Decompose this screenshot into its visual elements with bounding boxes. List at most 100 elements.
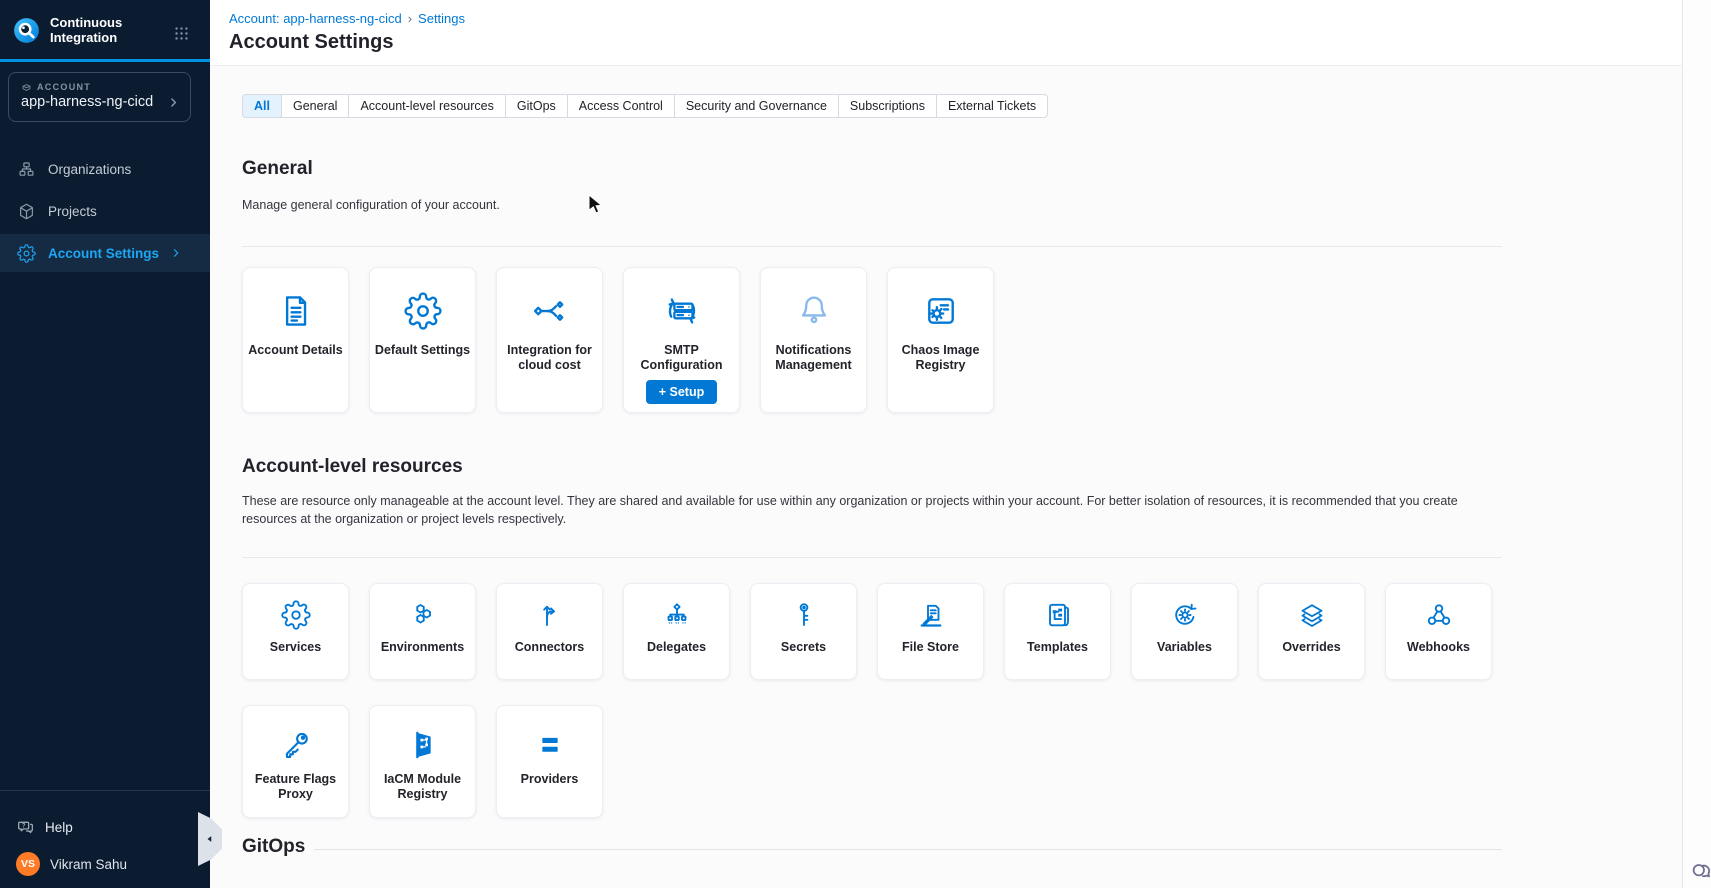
card-label: Integration for cloud cost xyxy=(497,343,602,373)
connectors-icon xyxy=(535,600,565,630)
card-smtp-configuration[interactable]: SMTP Configuration+ Setup xyxy=(623,267,740,413)
sidebar-nav: Organizations Projects Account Settings xyxy=(0,150,210,276)
variables-icon xyxy=(1170,600,1200,630)
tab-external-tickets[interactable]: External Tickets xyxy=(936,94,1048,118)
account-selector[interactable]: ACCOUNT app-harness-ng-cicd xyxy=(8,72,191,122)
module-switcher-grid-icon[interactable] xyxy=(173,25,190,42)
sidebar-divider xyxy=(0,790,210,791)
iacm-module-registry-icon xyxy=(406,728,440,762)
gitops-section-divider xyxy=(314,849,1502,850)
tab-security-and-governance[interactable]: Security and Governance xyxy=(674,94,839,118)
card-label: Account Details xyxy=(244,343,346,358)
sidebar-header: Continuous Integration xyxy=(13,15,154,45)
page-header: Account: app-harness-ng-cicd › Settings … xyxy=(210,0,1711,66)
scroll-gutter xyxy=(1683,0,1711,888)
cloud-cost-integration-icon xyxy=(531,292,569,330)
smtp-configuration-icon xyxy=(663,292,701,330)
card-secrets[interactable]: Secrets xyxy=(750,583,857,680)
card-services[interactable]: Services xyxy=(242,583,349,680)
smtp-setup-button[interactable]: + Setup xyxy=(646,380,718,404)
card-notifications-management[interactable]: Notifications Management xyxy=(760,267,867,413)
account-level-section-title: Account-level resources xyxy=(242,456,463,478)
card-label: Templates xyxy=(1023,640,1092,655)
sidebar-item-label: Account Settings xyxy=(48,246,159,261)
page-title: Account Settings xyxy=(229,31,393,54)
card-feature-flags-proxy[interactable]: Feature Flags Proxy xyxy=(242,705,349,818)
card-label: IaCM Module Registry xyxy=(370,772,475,802)
card-file-store[interactable]: File Store xyxy=(877,583,984,680)
card-connectors[interactable]: Connectors xyxy=(496,583,603,680)
delegates-icon xyxy=(662,600,692,630)
sidebar: Continuous Integration ACCOUNT app-harne… xyxy=(0,0,210,888)
card-webhooks[interactable]: Webhooks xyxy=(1385,583,1492,680)
sidebar-accent-line xyxy=(0,59,210,62)
account-box-icon xyxy=(21,81,32,92)
account-level-section-description: These are resource only manageable at th… xyxy=(242,492,1500,528)
organizations-icon xyxy=(17,160,36,179)
account-details-icon xyxy=(277,292,315,330)
card-delegates[interactable]: Delegates xyxy=(623,583,730,680)
providers-icon xyxy=(533,728,567,762)
user-name: Vikram Sahu xyxy=(50,857,127,872)
account-level-section-divider xyxy=(242,557,1502,558)
card-default-settings[interactable]: Default Settings xyxy=(369,267,476,413)
tab-general[interactable]: General xyxy=(281,94,349,118)
card-label: File Store xyxy=(898,640,963,655)
sidebar-item-label: Organizations xyxy=(48,162,131,177)
module-title: Continuous Integration xyxy=(50,15,154,45)
card-label: Chaos Image Registry xyxy=(888,343,993,373)
collapse-left-arrow-icon xyxy=(205,834,215,844)
breadcrumb: Account: app-harness-ng-cicd › Settings xyxy=(229,11,465,26)
general-cards-row: Account Details Default Settings Integrati… xyxy=(242,267,994,413)
breadcrumb-settings-link[interactable]: Settings xyxy=(418,11,465,26)
help-chat-icon: ? xyxy=(16,818,35,837)
help-label: Help xyxy=(45,820,73,835)
card-overrides[interactable]: Overrides xyxy=(1258,583,1365,680)
tab-access-control[interactable]: Access Control xyxy=(567,94,675,118)
card-chaos-image-registry[interactable]: Chaos Image Registry xyxy=(887,267,994,413)
file-store-icon xyxy=(916,600,946,630)
settings-gear-icon xyxy=(17,244,36,263)
tab-all[interactable]: All xyxy=(242,94,282,118)
card-label: Variables xyxy=(1153,640,1216,655)
chaos-image-registry-icon xyxy=(922,292,960,330)
card-iacm-module-registry[interactable]: IaCM Module Registry xyxy=(369,705,476,818)
user-menu[interactable]: VS Vikram Sahu xyxy=(16,852,127,876)
card-label: Notifications Management xyxy=(761,343,866,373)
card-account-details[interactable]: Account Details xyxy=(242,267,349,413)
services-icon xyxy=(281,600,311,630)
webhooks-icon xyxy=(1424,600,1454,630)
card-providers[interactable]: Providers xyxy=(496,705,603,818)
svg-text:?: ? xyxy=(22,824,26,830)
secrets-key-icon xyxy=(789,600,819,630)
card-label: Delegates xyxy=(643,640,710,655)
resource-center-chat-icon[interactable] xyxy=(1688,856,1711,883)
tab-strip: AllGeneralAccount-level resourcesGitOpsA… xyxy=(242,94,1048,118)
tab-gitops[interactable]: GitOps xyxy=(505,94,568,118)
environments-icon xyxy=(408,600,438,630)
tab-account-level-resources[interactable]: Account-level resources xyxy=(348,94,505,118)
main-content: Account: app-harness-ng-cicd › Settings … xyxy=(210,0,1711,888)
card-templates[interactable]: Templates xyxy=(1004,583,1111,680)
breadcrumb-separator: › xyxy=(408,11,412,26)
card-label: Services xyxy=(266,640,325,655)
tab-subscriptions[interactable]: Subscriptions xyxy=(838,94,937,118)
harness-ci-logo-icon xyxy=(13,17,40,44)
general-section-title: General xyxy=(242,158,313,180)
breadcrumb-account-link[interactable]: Account: app-harness-ng-cicd xyxy=(229,11,402,26)
app-window: Continuous Integration ACCOUNT app-harne… xyxy=(0,0,1711,888)
account-level-cards-row-1: Services EnvironmentsConnectors Delegates S… xyxy=(242,583,1492,680)
feature-flags-proxy-icon xyxy=(279,728,313,762)
help-button[interactable]: ? Help xyxy=(16,818,73,837)
card-environments[interactable]: Environments xyxy=(369,583,476,680)
card-variables[interactable]: Variables xyxy=(1131,583,1238,680)
general-section-divider xyxy=(242,246,1502,247)
sidebar-item-account-settings[interactable]: Account Settings xyxy=(0,234,210,272)
card-label: Webhooks xyxy=(1403,640,1474,655)
card-integration-for-cloud-cost[interactable]: Integration for cloud cost xyxy=(496,267,603,413)
sidebar-item-organizations[interactable]: Organizations xyxy=(0,150,210,188)
mouse-cursor-icon xyxy=(588,194,603,215)
gitops-section-title: GitOps xyxy=(242,836,305,858)
card-label: Feature Flags Proxy xyxy=(243,772,348,802)
sidebar-item-projects[interactable]: Projects xyxy=(0,192,210,230)
